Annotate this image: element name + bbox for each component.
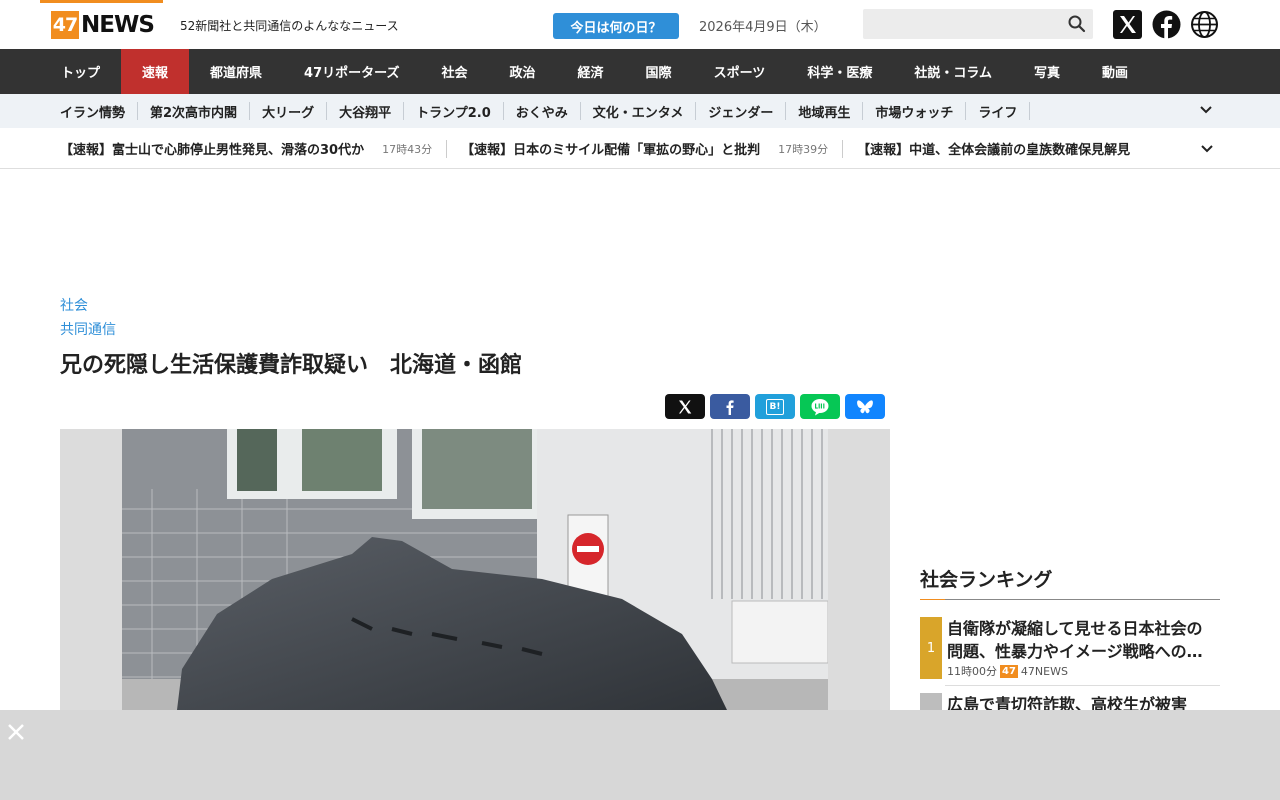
facebook-icon [726,399,734,415]
x-icon[interactable] [1113,10,1142,39]
ticker-headline[interactable]: 【速報】富士山で心肺停止男性発見、滑落の30代か [60,139,364,158]
today-in-history-button[interactable]: 今日は何の日？ [553,13,679,39]
ranking-separator [945,685,1220,686]
ticker-time: 17時43分 [382,142,433,156]
hatena-icon: B! [766,398,784,415]
main-nav: トップ 速報 都道府県 47リポーターズ 社会 政治 経済 国際 スポーツ 科学・医療 社説・コラム… [0,49,1280,94]
nav-item[interactable]: 社会 [421,49,489,94]
nav-item[interactable]: 政治 [489,49,557,94]
sub-nav-item[interactable]: おくやみ [504,102,581,121]
ticker-headline[interactable]: 【速報】中道、全体会議前の皇族数確保見解見 [857,139,1130,158]
breaking-news-ticker: 【速報】富士山で心肺停止男性発見、滑落の30代か 17時43分 【速報】日本のミサイ… [0,128,1280,169]
ticker-item[interactable]: 【速報】中道、全体会議前の皇族数確保見解見 [857,140,1144,158]
chevron-down-icon[interactable] [1200,142,1214,156]
sub-nav-item[interactable]: 大谷翔平 [327,102,405,121]
search-input[interactable] [863,9,1093,39]
close-icon[interactable] [6,722,26,742]
ticker-item[interactable]: 【速報】日本のミサイル配備「軍拡の野心」と批判 17時39分 [461,139,844,158]
share-facebook-button[interactable] [710,394,750,419]
nav-item[interactable]: 速報 [121,49,190,94]
article-category-link[interactable]: 社会 [60,295,88,315]
sub-nav-item[interactable]: 地域再生 [786,102,864,121]
sub-nav-list: イラン情勢 第2次高市内閣 大リーグ 大谷翔平 トランプ2.0 おくやみ 文化・エンタメ ジェ… [48,94,1031,128]
bottom-ad-overlay [0,710,1280,800]
ticker-list: 【速報】富士山で心肺停止男性発見、滑落の30代か 17時43分 【速報】日本のミサイ… [60,128,1198,169]
logo-number: 47 [51,11,79,39]
sub-nav-item[interactable]: 大リーグ [250,102,328,121]
nav-item[interactable]: 社説・コラム [893,49,1013,94]
bluesky-icon [857,399,873,413]
globe-icon[interactable] [1190,10,1219,39]
ranking-item-source: 47NEWS [1020,664,1068,678]
sub-nav-item[interactable]: ジェンダー [696,102,787,121]
nav-item[interactable]: 47リポーターズ [283,49,420,94]
logo-accent-line [40,0,163,3]
ticker-time: 17時39分 [778,142,829,156]
x-icon [679,400,692,413]
ticker-headline[interactable]: 【速報】日本のミサイル配備「軍拡の野心」と批判 [461,139,760,158]
nav-item[interactable]: 経済 [557,49,625,94]
nav-item[interactable]: 都道府県 [189,49,283,94]
sub-nav: イラン情勢 第2次高市内閣 大リーグ 大谷翔平 トランプ2.0 おくやみ 文化・エンタメ ジェ… [0,94,1280,128]
ranking-title: 社会ランキング [920,569,1053,591]
site-tagline: 52新聞社と共同通信のよんななニュース [180,19,399,33]
article-source-link[interactable]: 共同通信 [60,319,116,339]
nav-item[interactable]: スポーツ [693,49,787,94]
ranking-item-title[interactable]: 自衛隊が凝縮して見せる日本社会の問題、性暴力やイメージ戦略への… [947,617,1217,663]
sub-nav-item[interactable]: トランプ2.0 [404,102,504,121]
nav-item[interactable]: 国際 [625,49,693,94]
ranking-item-meta: 11時00分 47 47NEWS [947,663,1068,679]
ranking-item-time: 11時00分 [947,665,997,678]
nav-item[interactable]: 写真 [1013,49,1081,94]
ranking-number: 1 [920,617,942,679]
article-photo-image [122,429,828,710]
sub-nav-item[interactable]: 第2次高市内閣 [138,102,251,121]
logo-word: NEWS [81,12,155,38]
search-icon[interactable] [1067,14,1087,34]
main-nav-list: トップ 速報 都道府県 47リポーターズ 社会 政治 経済 国際 スポーツ 科学・医療 社説・コラム… [40,49,1149,94]
ranking-item[interactable]: 1 自衛隊が凝縮して見せる日本社会の問題、性暴力やイメージ戦略への… 11時00… [920,617,1220,679]
ticker-item[interactable]: 【速報】富士山で心肺停止男性発見、滑落の30代か 17時43分 [60,139,448,158]
site-logo[interactable]: 47 NEWS [51,11,155,39]
article-photo[interactable] [60,429,890,710]
share-x-button[interactable] [665,394,705,419]
sub-nav-item[interactable]: 市場ウォッチ [863,102,967,121]
nav-item[interactable]: 動画 [1081,49,1149,94]
line-icon [811,398,829,415]
nav-item[interactable]: トップ [40,49,121,94]
site-header: 47 NEWS 52新聞社と共同通信のよんななニュース 今日は何の日？ 2026… [0,0,1280,49]
share-bluesky-button[interactable] [845,394,885,419]
article-headline: 兄の死隠し生活保護費詐取疑い 北海道・函館 [60,353,523,378]
chevron-down-icon[interactable] [1199,103,1213,117]
share-hatena-button[interactable]: B! [755,394,795,419]
source-badge: 47 [1000,664,1018,678]
ranking-divider-accent [920,599,945,600]
ranking-divider [945,599,1220,600]
sub-nav-item[interactable]: ライフ [966,102,1031,121]
facebook-icon[interactable] [1152,10,1181,39]
current-date: 2026年4月9日（木） [699,20,827,35]
sub-nav-item[interactable]: イラン情勢 [48,102,139,121]
share-line-button[interactable] [800,394,840,419]
sub-nav-item[interactable]: 文化・エンタメ [581,102,697,121]
nav-item[interactable]: 科学・医療 [786,49,893,94]
